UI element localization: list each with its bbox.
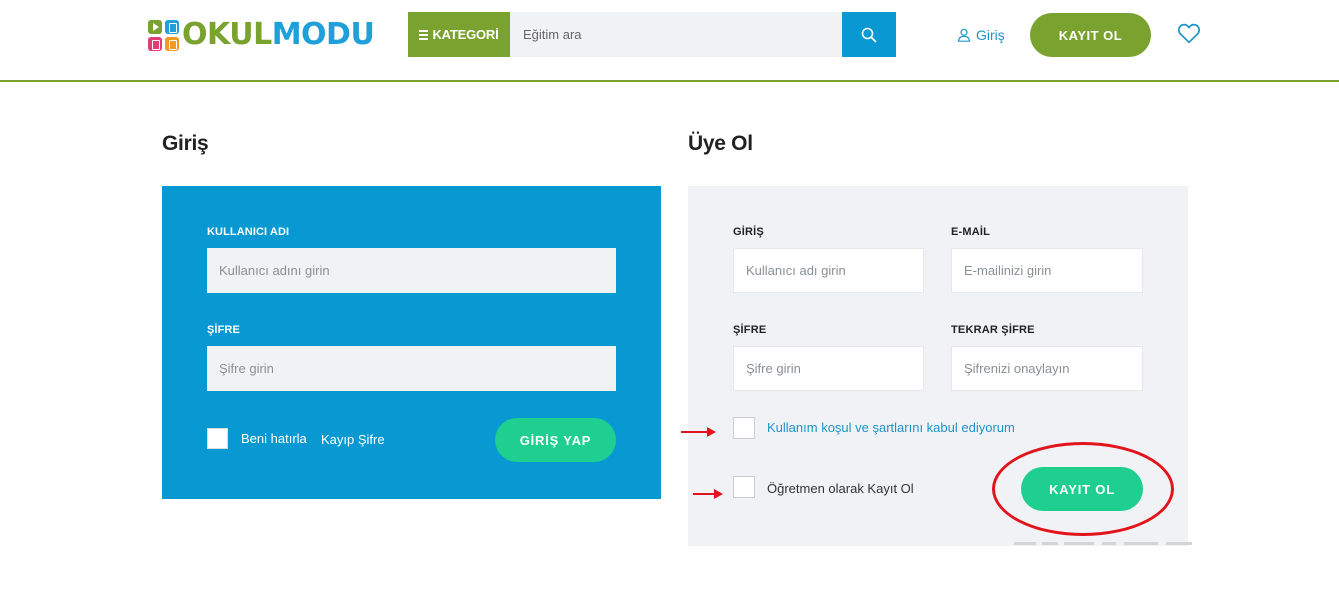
password-label: ŞİFRE [207,324,240,336]
register-email-input[interactable] [951,248,1143,293]
category-button-label: KATEGORİ [432,27,499,42]
register-email-label: E-MAİL [951,226,991,238]
username-label: KULLANICI ADI [207,226,290,238]
terms-checkbox[interactable] [733,417,755,439]
menu-icon [419,29,429,40]
login-title: Giriş [162,132,209,155]
book-icon [165,19,179,34]
login-username-input[interactable] [207,248,616,293]
document-icon [148,36,162,51]
register-confirm-label: TEKRAR ŞİFRE [951,324,1035,336]
logo-text-okul: OKUL [182,17,272,52]
site-logo[interactable]: OKUL MODU [148,16,375,54]
header-register-button[interactable]: KAYIT OL [1030,13,1151,57]
login-link-label: Giriş [976,27,1005,43]
annotation-arrow-teacher [693,489,723,499]
register-password-label: ŞİFRE [733,324,767,336]
graduation-cap-icon [165,36,179,51]
search-button[interactable] [842,12,896,57]
watermark-fragment [1012,536,1202,550]
register-password-input[interactable] [733,346,924,391]
play-icon [148,19,162,34]
login-password-input[interactable] [207,346,616,391]
register-title: Üye Ol [688,132,753,155]
forgot-password-link[interactable]: Kayıp Şifre [321,432,385,447]
category-button[interactable]: KATEGORİ [408,12,510,57]
login-form: KULLANICI ADI ŞİFRE Beni hatırla Kayıp Ş… [162,186,661,499]
teacher-checkbox[interactable] [733,476,755,498]
user-icon [957,28,971,42]
site-header: OKULMODU KATEGORİ Giriş KAYIT OL [0,0,1339,82]
annotation-ellipse [992,442,1174,536]
annotation-arrow-terms [681,427,716,437]
heart-icon[interactable] [1177,22,1201,44]
teacher-label[interactable]: Öğretmen olarak Kayıt Ol [767,481,914,496]
remember-me-label[interactable]: Beni hatırla [241,431,307,446]
login-link[interactable]: Giriş [957,25,1005,45]
remember-me-checkbox[interactable] [207,428,228,449]
logo-mark [148,19,179,51]
register-confirm-input[interactable] [951,346,1143,391]
register-username-input[interactable] [733,248,924,293]
search-icon [861,27,877,42]
register-username-label: GİRİŞ [733,226,764,238]
logo-text-modu: MODU [271,17,375,52]
terms-link[interactable]: Kullanım koşul ve şartlarını kabul ediyo… [767,420,1015,435]
search-input[interactable] [510,12,842,57]
login-submit-button[interactable]: GİRİŞ YAP [495,418,616,462]
